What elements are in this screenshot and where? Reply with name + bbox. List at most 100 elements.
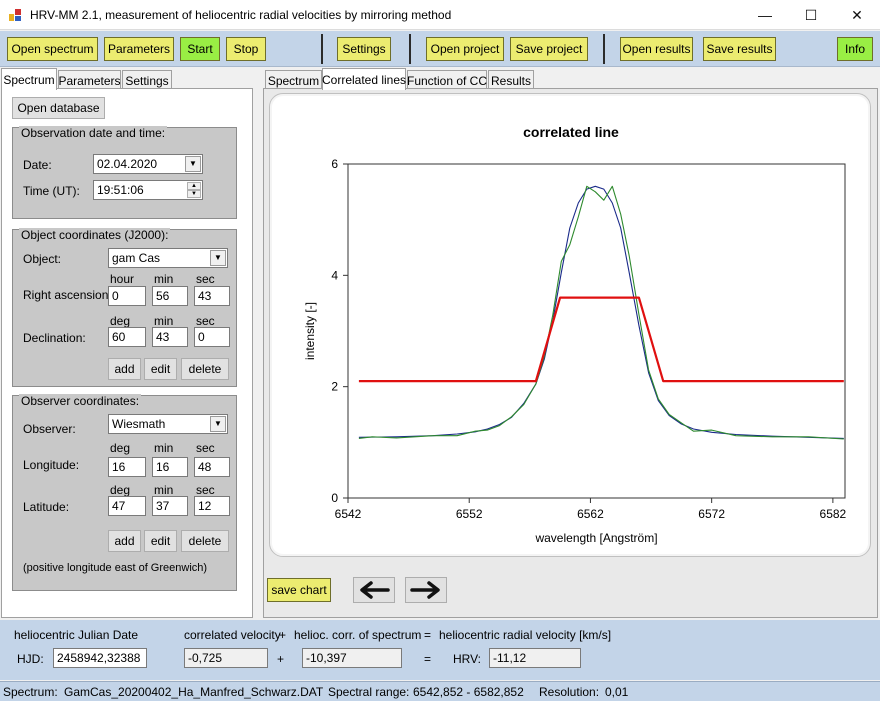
results-bar: heliocentric Julian Date correlated velo… bbox=[0, 620, 880, 680]
time-label: Time (UT): bbox=[23, 184, 80, 198]
status-spectrum-value: GamCas_20200402_Ha_Manfred_Schwarz.DAT bbox=[64, 685, 324, 699]
info-button[interactable]: Info bbox=[837, 37, 873, 61]
x-tick-label: 6542 bbox=[335, 507, 362, 521]
observer-delete-button[interactable]: delete bbox=[181, 530, 229, 552]
hrv-field: -11,12 bbox=[489, 648, 581, 668]
lon-deg-input[interactable]: 16 bbox=[108, 457, 146, 477]
hrv-label: HRV: bbox=[453, 652, 482, 666]
lat-sec-input[interactable]: 12 bbox=[194, 496, 230, 516]
previous-button[interactable] bbox=[353, 577, 395, 603]
maximize-icon[interactable]: ☐ bbox=[788, 0, 834, 30]
start-button[interactable]: Start bbox=[180, 37, 220, 61]
object-edit-button[interactable]: edit bbox=[144, 358, 177, 380]
dec-sec-input[interactable]: 0 bbox=[194, 327, 230, 347]
min-label: min bbox=[154, 441, 174, 455]
lon-sec-input[interactable]: 48 bbox=[194, 457, 230, 477]
sec-label: sec bbox=[196, 314, 215, 328]
lat-min-input[interactable]: 37 bbox=[152, 496, 188, 516]
object-label: Object: bbox=[23, 252, 62, 266]
toolbar-separator bbox=[321, 34, 323, 64]
hjd-header: heliocentric Julian Date bbox=[14, 628, 139, 642]
close-icon[interactable]: ✕ bbox=[834, 0, 880, 30]
time-spinner[interactable]: ▲ ▼ bbox=[187, 182, 201, 198]
open-project-button[interactable]: Open project bbox=[426, 37, 504, 61]
observer-edit-button[interactable]: edit bbox=[144, 530, 177, 552]
equals-sign: = bbox=[424, 628, 432, 642]
tab-spectrum-right[interactable]: Spectrum bbox=[265, 70, 322, 90]
hour-label: hour bbox=[110, 272, 135, 286]
x-tick-label: 6582 bbox=[820, 507, 847, 521]
plus-sign: + bbox=[277, 652, 285, 666]
open-results-button[interactable]: Open results bbox=[620, 37, 693, 61]
min-label: min bbox=[154, 314, 174, 328]
observer-label: Observer: bbox=[23, 422, 76, 436]
y-tick-label: 2 bbox=[331, 380, 338, 394]
min-label: min bbox=[154, 272, 174, 286]
settings-button[interactable]: Settings bbox=[337, 37, 391, 61]
right-panel: correlated line 6542 6552 6562 6572 6582 0 2 4 6… bbox=[263, 88, 878, 618]
minimize-icon[interactable]: — bbox=[742, 0, 788, 30]
app-icon bbox=[9, 9, 21, 21]
dec-min-input[interactable]: 43 bbox=[152, 327, 188, 347]
y-axis-label: intensity [-] bbox=[303, 302, 317, 360]
time-value: 19:51:06 bbox=[97, 183, 144, 197]
save-project-button[interactable]: Save project bbox=[510, 37, 588, 61]
object-group-label: Object coordinates (J2000): bbox=[19, 228, 171, 242]
hjd-field[interactable]: 2458942,32388 bbox=[53, 648, 147, 668]
plot-area bbox=[347, 163, 846, 499]
deg-label: deg bbox=[110, 314, 131, 328]
sec-label: sec bbox=[196, 441, 215, 455]
next-button[interactable] bbox=[405, 577, 447, 603]
x-tick-label: 6552 bbox=[456, 507, 483, 521]
observer-select[interactable]: Wiesmath ▼ bbox=[108, 414, 228, 434]
open-database-button[interactable]: Open database bbox=[12, 97, 105, 119]
object-select[interactable]: gam Cas ▼ bbox=[108, 248, 228, 268]
deg-label: deg bbox=[110, 483, 131, 497]
x-tick-label: 6562 bbox=[577, 507, 604, 521]
object-add-button[interactable]: add bbox=[108, 358, 141, 380]
time-input[interactable]: 19:51:06 ▲ ▼ bbox=[93, 180, 203, 200]
corr-velocity-field: -0,725 bbox=[184, 648, 268, 668]
ra-min-input[interactable]: 56 bbox=[152, 286, 188, 306]
lon-min-input[interactable]: 16 bbox=[152, 457, 188, 477]
save-results-button[interactable]: Save results bbox=[703, 37, 776, 61]
observation-group-label: Observation date and time: bbox=[19, 126, 168, 140]
tab-settings-left[interactable]: Settings bbox=[122, 70, 172, 90]
chevron-down-icon[interactable]: ▼ bbox=[185, 156, 201, 172]
helio-corr-header: helioc. corr. of spectrum bbox=[294, 628, 422, 642]
tab-parameters-left[interactable]: Parameters bbox=[58, 70, 121, 90]
observer-value: Wiesmath bbox=[112, 417, 166, 431]
open-spectrum-button[interactable]: Open spectrum bbox=[7, 37, 98, 61]
date-value: 02.04.2020 bbox=[97, 157, 158, 171]
right-arrow-icon bbox=[410, 581, 440, 599]
dec-deg-input[interactable]: 60 bbox=[108, 327, 146, 347]
tab-spectrum-left[interactable]: Spectrum bbox=[1, 68, 57, 90]
plus-sign: + bbox=[279, 628, 287, 642]
longitude-note: (positive longitude east of Greenwich) bbox=[23, 562, 208, 574]
tab-results[interactable]: Results bbox=[488, 70, 534, 90]
tab-correlated-lines[interactable]: Correlated lines bbox=[322, 68, 406, 90]
x-tick-label: 6572 bbox=[698, 507, 725, 521]
date-picker[interactable]: 02.04.2020 ▼ bbox=[93, 154, 203, 174]
ra-sec-input[interactable]: 43 bbox=[194, 286, 230, 306]
longitude-label: Longitude: bbox=[23, 458, 80, 472]
latitude-label: Latitude: bbox=[23, 500, 70, 514]
tab-function-of-cc[interactable]: Function of CC bbox=[407, 70, 487, 90]
helio-corr-field: -10,397 bbox=[302, 648, 402, 668]
parameters-button[interactable]: Parameters bbox=[104, 37, 174, 61]
observer-add-button[interactable]: add bbox=[108, 530, 141, 552]
object-group: Object coordinates (J2000): Object: gam … bbox=[12, 228, 237, 387]
left-arrow-icon bbox=[360, 581, 390, 599]
observer-group: Observer coordinates: Observer: Wiesmath… bbox=[12, 394, 237, 591]
ra-hour-input[interactable]: 0 bbox=[108, 286, 146, 306]
chevron-down-icon[interactable]: ▼ bbox=[210, 416, 226, 432]
chevron-down-icon[interactable]: ▼ bbox=[210, 250, 226, 266]
lat-deg-input[interactable]: 47 bbox=[108, 496, 146, 516]
save-chart-button[interactable]: save chart bbox=[267, 578, 331, 602]
hjd-label: HJD: bbox=[17, 652, 44, 666]
toolbar-separator bbox=[409, 34, 411, 64]
object-delete-button[interactable]: delete bbox=[181, 358, 229, 380]
toolbar-separator bbox=[603, 34, 605, 64]
stop-button[interactable]: Stop bbox=[226, 37, 266, 61]
correlated-line-chart: 6542 6552 6562 6572 6582 0 2 4 6 wavelength [Angs… bbox=[303, 157, 847, 545]
